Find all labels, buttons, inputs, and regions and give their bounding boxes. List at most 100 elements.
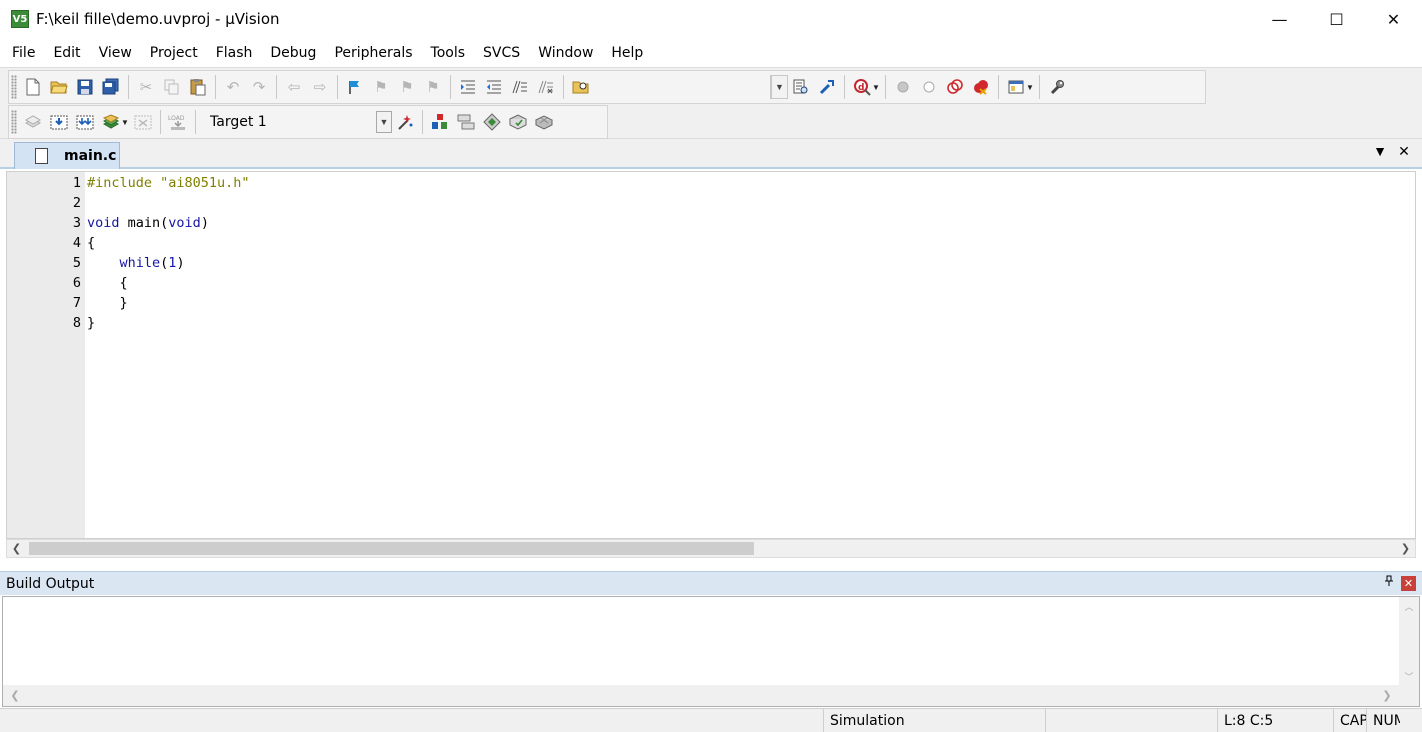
code-text[interactable] — [85, 193, 87, 213]
toolbar-grip[interactable] — [11, 75, 17, 99]
line-number: 2 — [72, 195, 81, 211]
navigate-back-icon[interactable]: ⇦ — [281, 74, 307, 100]
code-text[interactable]: } — [85, 313, 95, 333]
target-select[interactable]: Target 1 ▼ — [204, 110, 392, 134]
insert-breakpoint-icon[interactable] — [890, 74, 916, 100]
redo-icon[interactable]: ↷ — [246, 74, 272, 100]
bookmark-toggle-icon[interactable] — [342, 74, 368, 100]
save-all-icon[interactable] — [98, 74, 124, 100]
unindent-icon[interactable] — [481, 74, 507, 100]
scroll-up-icon[interactable]: ︿ — [1399, 599, 1419, 613]
menu-svcs[interactable]: SVCS — [474, 40, 529, 66]
scroll-left-icon[interactable]: ❮ — [7, 540, 26, 557]
scrollbar-thumb[interactable] — [29, 542, 754, 555]
build-output-horizontal-scrollbar[interactable]: ❮ ❯ — [3, 685, 1419, 706]
window-title: F:\keil fille\demo.uvproj - µVision — [36, 10, 280, 28]
paste-icon[interactable] — [185, 74, 211, 100]
code-text[interactable]: } — [85, 293, 128, 313]
toolbar-grip[interactable] — [11, 110, 17, 134]
tab-main-c[interactable]: main.c — [14, 142, 120, 169]
navigate-forward-icon[interactable]: ⇨ — [307, 74, 333, 100]
code-line[interactable]: 3 void main(void) — [7, 213, 1415, 233]
rebuild-icon[interactable] — [72, 109, 98, 135]
manage-run-time-environment-icon[interactable] — [479, 109, 505, 135]
uncomment-icon[interactable] — [533, 74, 559, 100]
close-tab-icon[interactable]: ✕ — [1394, 143, 1414, 160]
configure-icon[interactable] — [1044, 74, 1070, 100]
window-layout-dropdown-caret[interactable]: ▼ — [1025, 83, 1035, 92]
stop-build-icon[interactable] — [130, 109, 156, 135]
kill-all-breakpoints-icon[interactable] — [968, 74, 994, 100]
code-line[interactable]: 2 — [7, 193, 1415, 213]
disable-all-breakpoints-icon[interactable] — [942, 74, 968, 100]
code-text[interactable]: #include "ai8051u.h" — [85, 173, 250, 193]
translate-icon[interactable] — [20, 109, 46, 135]
code-text[interactable]: void main(void) — [85, 213, 209, 233]
minimize-button[interactable]: — — [1251, 0, 1308, 38]
menu-tools[interactable]: Tools — [422, 40, 475, 66]
open-file-icon[interactable] — [46, 74, 72, 100]
code-lines[interactable]: 1 #include "ai8051u.h" 2 3 void main(void) 4{… — [7, 173, 1415, 333]
menu-file[interactable]: File — [0, 40, 44, 66]
code-line[interactable]: 6 { — [7, 273, 1415, 293]
code-text[interactable]: { — [85, 233, 95, 253]
build-output-vertical-scrollbar[interactable]: ︿ ﹀ — [1399, 597, 1419, 685]
code-text[interactable]: { — [85, 273, 128, 293]
build-output-text[interactable]: ︿ ﹀ ❮ ❯ — [2, 596, 1420, 707]
code-line[interactable]: 1 #include "ai8051u.h" — [7, 173, 1415, 193]
close-panel-icon[interactable]: ✕ — [1401, 576, 1416, 591]
comment-icon[interactable] — [507, 74, 533, 100]
line-number: 5 — [72, 255, 81, 271]
code-line[interactable]: 8} — [7, 313, 1415, 333]
chevron-down-icon[interactable]: ▼ — [771, 76, 787, 98]
bookmark-next-icon[interactable]: ⚑ — [394, 74, 420, 100]
menu-flash[interactable]: Flash — [207, 40, 262, 66]
pin-icon[interactable] — [1384, 575, 1394, 590]
copy-icon[interactable] — [159, 74, 185, 100]
cut-icon[interactable]: ✂ — [133, 74, 159, 100]
scroll-left-icon[interactable]: ❮ — [5, 685, 25, 706]
code-line[interactable]: 7 } — [7, 293, 1415, 313]
scroll-down-icon[interactable]: ﹀ — [1399, 669, 1419, 683]
code-text[interactable]: while(1) — [85, 253, 185, 273]
build-toolbar: ▼ LOAD Target 1 ▼ — [8, 105, 608, 139]
indent-icon[interactable] — [455, 74, 481, 100]
options-for-target-icon[interactable] — [392, 109, 418, 135]
download-icon[interactable]: LOAD — [165, 109, 191, 135]
scroll-right-icon[interactable]: ❯ — [1396, 540, 1415, 557]
scroll-right-icon[interactable]: ❯ — [1377, 685, 1397, 706]
find-text-dropdown[interactable]: ▼ — [770, 75, 788, 99]
new-file-icon[interactable] — [20, 74, 46, 100]
bookmark-previous-icon[interactable]: ⚑ — [368, 74, 394, 100]
uvision-app-icon[interactable]: V5 — [11, 10, 29, 28]
code-line[interactable]: 5 while(1) — [7, 253, 1415, 273]
tab-list-dropdown-icon[interactable]: ▼ — [1370, 143, 1390, 159]
find-icon[interactable] — [788, 74, 814, 100]
code-line[interactable]: 4{ — [7, 233, 1415, 253]
pack-installer-icon[interactable] — [505, 109, 531, 135]
save-icon[interactable] — [72, 74, 98, 100]
menu-project[interactable]: Project — [141, 40, 207, 66]
menu-help[interactable]: Help — [602, 40, 652, 66]
menu-debug[interactable]: Debug — [261, 40, 325, 66]
chevron-down-icon[interactable]: ▼ — [376, 111, 392, 133]
manage-project-items-icon[interactable] — [427, 109, 453, 135]
menu-peripherals[interactable]: Peripherals — [325, 40, 421, 66]
code-editor[interactable]: 1 #include "ai8051u.h" 2 3 void main(void) 4{… — [6, 171, 1416, 539]
menu-window[interactable]: Window — [529, 40, 602, 66]
build-icon[interactable] — [46, 109, 72, 135]
undo-icon[interactable]: ↶ — [220, 74, 246, 100]
batch-build-dropdown-caret[interactable]: ▼ — [120, 118, 130, 127]
software-packs-icon[interactable] — [531, 109, 557, 135]
incremental-find-icon[interactable] — [814, 74, 840, 100]
debug-dropdown-caret[interactable]: ▼ — [871, 83, 881, 92]
select-packs-icon[interactable] — [453, 109, 479, 135]
menu-view[interactable]: View — [90, 40, 141, 66]
bookmark-clear-icon[interactable]: ⚑ — [420, 74, 446, 100]
close-window-button[interactable]: ✕ — [1365, 0, 1422, 38]
menu-edit[interactable]: Edit — [44, 40, 89, 66]
maximize-button[interactable]: ☐ — [1308, 0, 1365, 38]
editor-horizontal-scrollbar[interactable]: ❮ ❯ — [6, 539, 1416, 558]
enable-breakpoint-icon[interactable] — [916, 74, 942, 100]
find-in-files-icon[interactable] — [568, 74, 594, 100]
